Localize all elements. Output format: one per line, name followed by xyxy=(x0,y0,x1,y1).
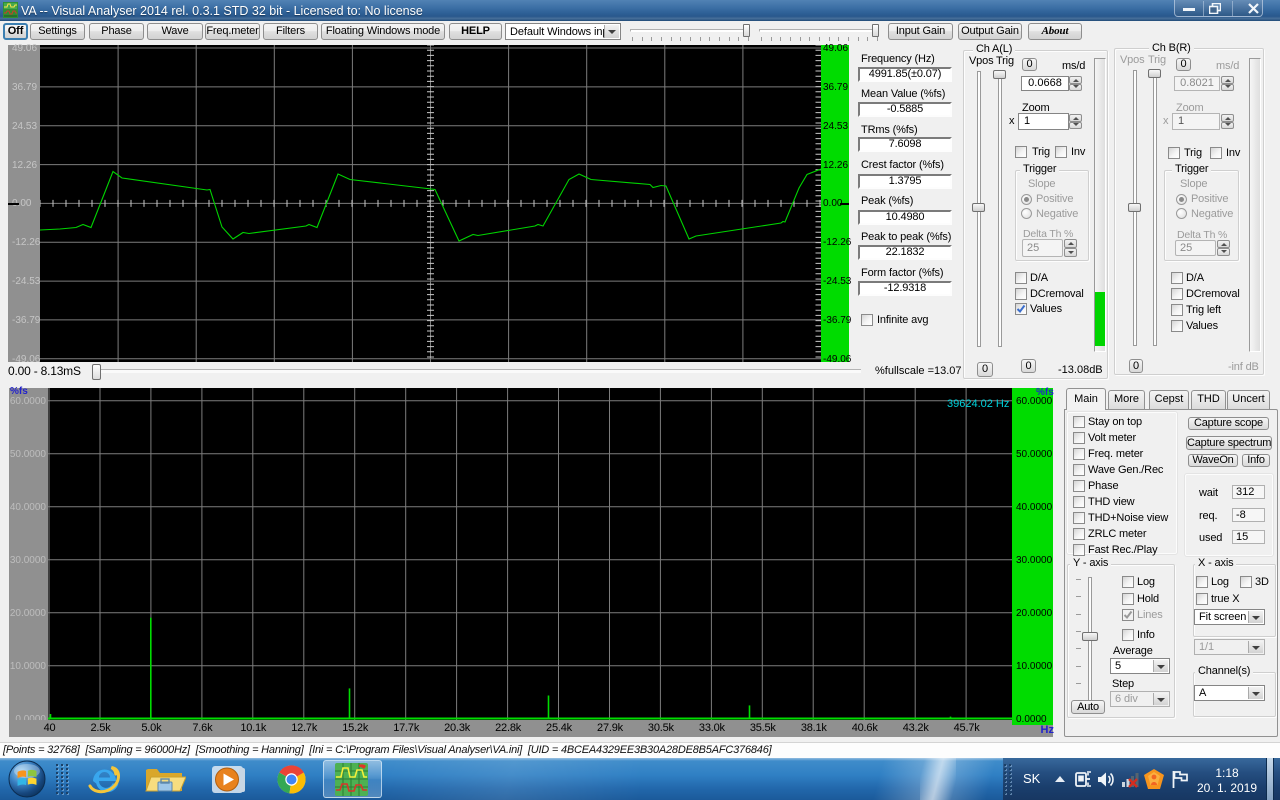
svg-text:39624.02 Hz: 39624.02 Hz xyxy=(947,398,1009,410)
